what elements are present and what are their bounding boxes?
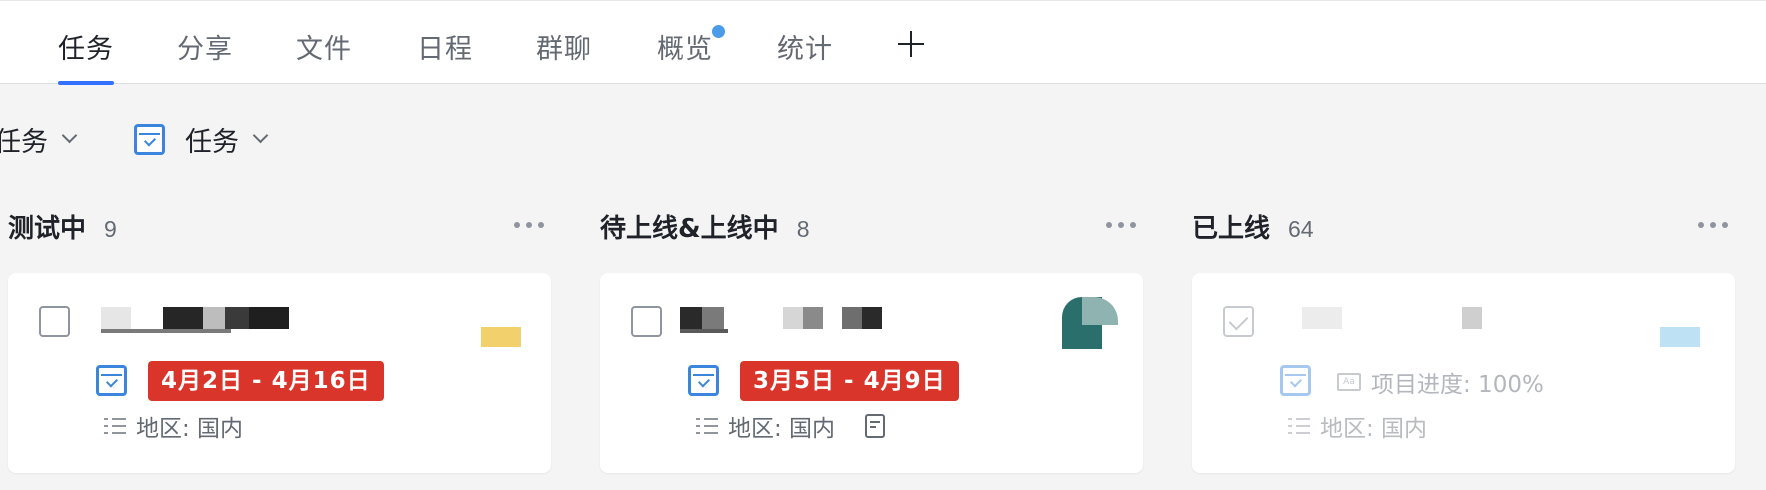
tab-share[interactable]: 分享: [177, 27, 233, 66]
task-icon: [1280, 365, 1311, 396]
filter-dropdown-task-type[interactable]: 任务: [134, 120, 269, 159]
region-label: 地区: 国内: [1320, 416, 1428, 442]
blurred-title: [163, 307, 203, 329]
top-tab-bar: 任务 分享 文件 日程 群聊 概览 统计: [0, 0, 1766, 85]
list-icon: [104, 416, 126, 436]
list-icon: [696, 416, 718, 436]
blurred-title: [203, 307, 225, 329]
task-checkbox[interactable]: [39, 306, 70, 337]
tab-overview[interactable]: 概览: [657, 25, 725, 66]
tab-overview-label: 概览: [657, 34, 713, 65]
column-header-pending-launch: 待上线&上线中 8: [600, 208, 809, 245]
blurred-title: [249, 307, 289, 329]
column-title: 测试中: [8, 214, 87, 244]
column-more-icon[interactable]: [514, 222, 544, 228]
task-card[interactable]: Aa 项目进度: 100% 地区: 国内: [1192, 273, 1735, 473]
chevron-down-icon: [61, 127, 78, 144]
blurred-title: [101, 329, 231, 333]
date-range-badge: 3月5日 - 4月9日: [740, 361, 959, 401]
add-tab-plus-icon[interactable]: [896, 29, 926, 59]
blurred-title: [680, 307, 702, 329]
blurred-title: [702, 307, 724, 329]
column-count: 64: [1288, 216, 1314, 242]
progress-label: 项目进度: 100%: [1371, 372, 1544, 398]
blurred-title: [1462, 307, 1482, 329]
region-label: 地区: 国内: [728, 416, 836, 442]
progress-field: Aa 项目进度: 100%: [1337, 365, 1544, 399]
task-card[interactable]: 3月5日 - 4月9日 地区: 国内: [600, 273, 1143, 473]
task-checkbox-checked[interactable]: [1223, 306, 1254, 337]
column-more-icon[interactable]: [1106, 222, 1136, 228]
tab-files[interactable]: 文件: [296, 27, 352, 66]
task-card[interactable]: 4月2日 - 4月16日 地区: 国内: [8, 273, 551, 473]
filter-label: 任务: [185, 127, 239, 158]
tab-schedule[interactable]: 日程: [417, 27, 473, 66]
task-checkbox[interactable]: [631, 306, 662, 337]
document-icon[interactable]: [865, 414, 886, 438]
blurred-title: [862, 307, 882, 329]
tag-marker: [1660, 327, 1700, 347]
region-field: 地区: 国内: [104, 409, 243, 443]
tab-tasks[interactable]: 任务: [58, 27, 114, 66]
notification-dot: [712, 25, 725, 38]
column-more-icon[interactable]: [1698, 222, 1728, 228]
blurred-title: [842, 307, 862, 329]
list-icon: [1288, 416, 1310, 436]
tab-statistics[interactable]: 统计: [777, 27, 833, 66]
region-label: 地区: 国内: [136, 416, 244, 442]
column-title: 待上线&上线中: [600, 214, 779, 244]
filter-dropdown-task-view[interactable]: 任务: [0, 120, 78, 159]
blurred-title: [783, 307, 803, 329]
avatar: [1062, 297, 1118, 349]
tab-group-chat[interactable]: 群聊: [536, 27, 592, 66]
column-title: 已上线: [1192, 214, 1271, 244]
column-header-testing: 测试中 9: [8, 208, 117, 245]
task-icon: [688, 365, 719, 396]
column-count: 9: [104, 216, 117, 242]
region-field: 地区: 国内: [696, 409, 886, 443]
blurred-title: [101, 307, 131, 329]
tag-marker: [481, 327, 521, 347]
blurred-title: [225, 307, 249, 329]
task-icon: [96, 365, 127, 396]
column-header-launched: 已上线 64: [1192, 208, 1314, 245]
region-field: 地区: 国内: [1288, 409, 1427, 443]
column-count: 8: [796, 216, 810, 242]
filter-label: 任务: [0, 127, 48, 158]
task-icon: [134, 124, 165, 155]
active-tab-indicator: [58, 81, 114, 85]
blurred-title: [1302, 307, 1342, 329]
text-field-icon: Aa: [1337, 373, 1361, 391]
blurred-title: [680, 329, 728, 333]
date-range-badge: 4月2日 - 4月16日: [148, 361, 384, 401]
blurred-title: [803, 307, 823, 329]
chevron-down-icon: [252, 127, 269, 144]
